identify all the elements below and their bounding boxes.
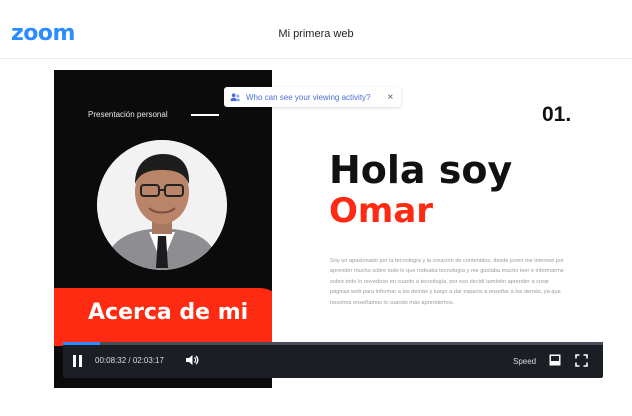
pause-icon <box>79 355 82 367</box>
bio-paragraph: Soy un apasionado por la tecnología y la… <box>330 258 564 306</box>
notice-text[interactable]: Who can see your viewing activity? <box>246 93 371 102</box>
time-total: 02:03:17 <box>132 356 164 365</box>
progress-fill <box>63 342 101 345</box>
meeting-title: Mi primera web <box>278 28 354 40</box>
people-icon <box>230 92 241 101</box>
pause-icon <box>73 355 76 367</box>
caption-underline <box>191 114 219 116</box>
mini-player-icon[interactable] <box>549 354 561 366</box>
progress-track[interactable] <box>63 342 603 345</box>
fullscreen-icon[interactable] <box>575 354 588 367</box>
top-bar: zoom Mi primera web <box>0 0 632 59</box>
time-separator: / <box>126 356 133 365</box>
video-controls: 00:08:32 / 02:03:17 Speed <box>63 342 603 378</box>
close-icon[interactable]: × <box>388 92 394 103</box>
panel-caption: Presentación personal <box>88 110 168 119</box>
pause-button[interactable] <box>73 355 83 367</box>
volume-icon[interactable] <box>185 354 199 366</box>
time-display: 00:08:32 / 02:03:17 <box>95 356 164 365</box>
profile-photo <box>97 140 227 270</box>
heading-greeting: Hola soy <box>329 148 513 192</box>
about-me-label: Acerca de mi <box>88 300 249 325</box>
heading-name: Omar <box>329 191 434 231</box>
time-current: 00:08:32 <box>95 356 127 365</box>
slide-number: 01. <box>542 103 572 126</box>
speed-button[interactable]: Speed <box>513 357 536 366</box>
shared-screen: Presentación personal Acerca de mi Who c… <box>54 70 604 388</box>
viewing-activity-notice[interactable]: Who can see your viewing activity? × <box>224 87 402 107</box>
slide-left-panel: Presentación personal Acerca de mi <box>54 70 272 388</box>
